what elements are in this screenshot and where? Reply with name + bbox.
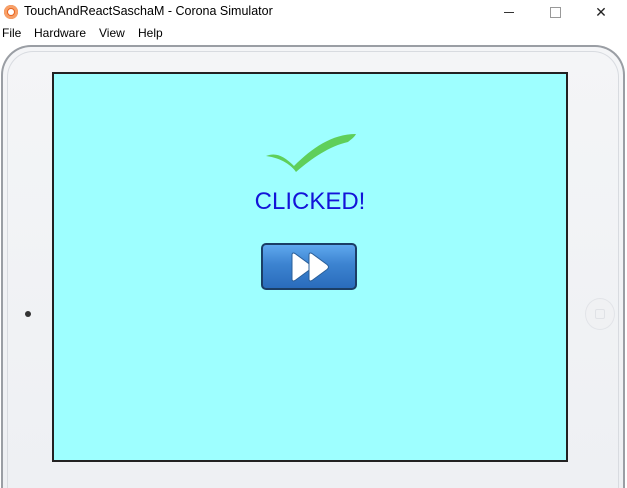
- menu-hardware[interactable]: Hardware: [34, 26, 86, 40]
- close-button[interactable]: ✕: [578, 0, 624, 24]
- fast-forward-icon: [291, 252, 329, 282]
- minimize-button[interactable]: [486, 0, 532, 24]
- status-text: CLICKED!: [254, 188, 366, 215]
- checkmark-icon: [266, 134, 356, 172]
- corona-app-icon: [4, 5, 18, 19]
- next-button[interactable]: [261, 243, 357, 290]
- menu-help[interactable]: Help: [138, 26, 163, 40]
- menu-view[interactable]: View: [99, 26, 125, 40]
- window-title: TouchAndReactSaschaM - Corona Simulator: [24, 4, 273, 18]
- camera-icon: [25, 311, 31, 317]
- close-icon: ✕: [595, 3, 607, 20]
- minimize-icon: [504, 11, 514, 13]
- home-button[interactable]: [585, 298, 615, 330]
- menu-bar: File Hardware View Help: [0, 24, 627, 43]
- title-bar: TouchAndReactSaschaM - Corona Simulator …: [0, 0, 627, 24]
- simulator-screen[interactable]: CLICKED!: [52, 72, 568, 462]
- menu-file[interactable]: File: [2, 26, 21, 40]
- maximize-button[interactable]: [532, 0, 578, 24]
- maximize-icon: [549, 6, 561, 18]
